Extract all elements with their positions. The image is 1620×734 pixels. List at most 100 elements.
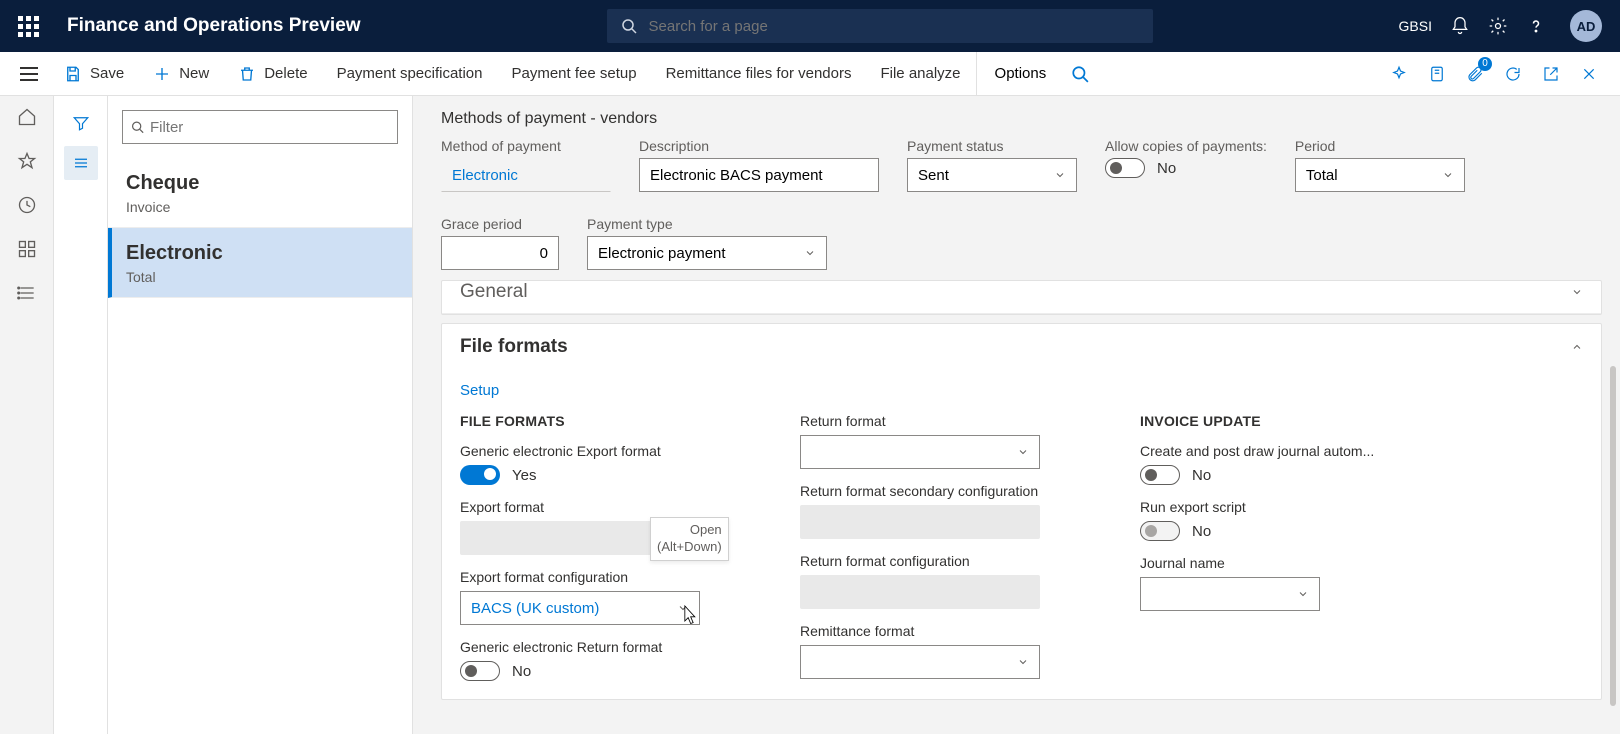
generic-export-label: Generic electronic Export format	[460, 443, 740, 459]
search-icon	[621, 18, 637, 34]
payment-fee-setup-button[interactable]: Payment fee setup	[497, 52, 651, 96]
list-item-title: Cheque	[126, 172, 394, 195]
company-code[interactable]: GBSI	[1399, 18, 1432, 34]
filter-icon[interactable]	[64, 106, 98, 140]
remittance-format-select[interactable]	[800, 645, 1040, 679]
delete-button[interactable]: Delete	[224, 52, 322, 96]
help-icon[interactable]	[1526, 16, 1546, 36]
generic-return-label: Generic electronic Return format	[460, 639, 740, 655]
trash-icon	[238, 65, 256, 83]
period-select[interactable]: Total	[1295, 158, 1465, 192]
global-search-input[interactable]	[649, 18, 1139, 35]
allow-copies-label: Allow copies of payments:	[1105, 138, 1267, 154]
return-format-config-field	[800, 575, 1040, 609]
description-field[interactable]: Electronic BACS payment	[639, 158, 879, 192]
payment-specification-button[interactable]: Payment specification	[323, 52, 498, 96]
list-item-title: Electronic	[126, 242, 394, 265]
search-icon	[131, 120, 144, 134]
new-button[interactable]: New	[139, 52, 224, 96]
generic-return-toggle[interactable]	[460, 661, 500, 681]
scrollbar[interactable]	[1610, 366, 1616, 706]
generic-export-toggle[interactable]	[460, 465, 500, 485]
chevron-down-icon	[1054, 169, 1066, 181]
copilot-icon[interactable]	[1386, 61, 1412, 87]
list-item-sub: Total	[126, 269, 394, 285]
list-item-electronic[interactable]: Electronic Total	[108, 228, 412, 298]
section-general-header[interactable]: General	[442, 281, 1601, 314]
list-item-cheque[interactable]: Cheque Invoice	[108, 158, 412, 228]
filter-column	[54, 96, 108, 734]
file-formats-heading: FILE FORMATS	[460, 413, 740, 429]
options-button[interactable]: Options	[976, 52, 1062, 96]
global-search[interactable]	[607, 9, 1153, 43]
create-post-draw-label: Create and post draw journal autom...	[1140, 443, 1420, 459]
return-secondary-config-label: Return format secondary configuration	[800, 483, 1080, 499]
new-label: New	[179, 65, 209, 82]
list-filter-input[interactable]	[150, 119, 389, 136]
method-of-payment-label: Method of payment	[441, 138, 611, 154]
allow-copies-toggle[interactable]	[1105, 158, 1145, 178]
action-search-button[interactable]	[1061, 52, 1100, 96]
invoice-update-heading: INVOICE UPDATE	[1140, 413, 1420, 429]
chevron-down-icon	[1017, 446, 1029, 458]
chevron-down-icon	[1017, 656, 1029, 668]
return-format-select[interactable]	[800, 435, 1040, 469]
workspaces-icon[interactable]	[16, 238, 38, 260]
remittance-files-button[interactable]: Remittance files for vendors	[652, 52, 867, 96]
save-label: Save	[90, 65, 124, 82]
recent-icon[interactable]	[16, 194, 38, 216]
home-icon[interactable]	[16, 106, 38, 128]
avatar[interactable]: AD	[1570, 10, 1602, 42]
favorites-icon[interactable]	[16, 150, 38, 172]
return-secondary-config-field	[800, 505, 1040, 539]
section-file-formats: File formats Setup FILE FORMATS Generic …	[441, 323, 1602, 700]
chevron-down-icon	[1297, 588, 1309, 600]
modules-icon[interactable]	[16, 282, 38, 304]
payment-status-select[interactable]: Sent	[907, 158, 1077, 192]
generic-return-text: No	[512, 663, 531, 680]
list-view-icon[interactable]	[64, 146, 98, 180]
bell-icon[interactable]	[1450, 16, 1470, 36]
attachments-icon[interactable]: 0	[1462, 61, 1488, 87]
gear-icon[interactable]	[1488, 16, 1508, 36]
grace-period-field[interactable]: 0	[441, 236, 559, 270]
export-format-label: Export format	[460, 499, 740, 515]
section-general: General	[441, 280, 1602, 315]
section-file-formats-header[interactable]: File formats	[442, 324, 1601, 370]
export-format-config-label: Export format configuration	[460, 569, 740, 585]
save-button[interactable]: Save	[50, 52, 139, 96]
create-post-draw-text: No	[1192, 467, 1211, 484]
save-icon	[64, 65, 82, 83]
nav-toggle[interactable]	[12, 52, 46, 96]
main-panel: Methods of payment - vendors Method of p…	[413, 96, 1620, 734]
delete-label: Delete	[264, 65, 307, 82]
attachments-badge: 0	[1478, 57, 1492, 71]
page-options-icon[interactable]	[1424, 61, 1450, 87]
remittance-format-label: Remittance format	[800, 623, 1080, 639]
app-launcher-icon[interactable]	[18, 16, 39, 37]
list-item-sub: Invoice	[126, 199, 394, 215]
close-icon[interactable]	[1576, 61, 1602, 87]
generic-export-text: Yes	[512, 467, 536, 484]
chevron-down-icon	[1571, 286, 1583, 298]
create-post-draw-toggle[interactable]	[1140, 465, 1180, 485]
plus-icon	[153, 65, 171, 83]
popout-icon[interactable]	[1538, 61, 1564, 87]
list-filter[interactable]	[122, 110, 398, 144]
setup-link[interactable]: Setup	[460, 382, 499, 399]
record-list-panel: Cheque Invoice Electronic Total	[108, 96, 413, 734]
run-export-script-toggle	[1140, 521, 1180, 541]
payment-type-label: Payment type	[587, 216, 827, 232]
method-of-payment-field[interactable]: Electronic	[441, 158, 611, 192]
left-navigation-rail	[0, 96, 54, 734]
payment-status-label: Payment status	[907, 138, 1077, 154]
run-export-script-label: Run export script	[1140, 499, 1420, 515]
file-analyze-button[interactable]: File analyze	[866, 52, 975, 96]
export-format-config-select[interactable]: BACS (UK custom)	[460, 591, 700, 625]
payment-type-select[interactable]: Electronic payment	[587, 236, 827, 270]
description-label: Description	[639, 138, 879, 154]
return-format-config-label: Return format configuration	[800, 553, 1080, 569]
journal-name-select[interactable]	[1140, 577, 1320, 611]
chevron-down-icon	[804, 247, 816, 259]
refresh-icon[interactable]	[1500, 61, 1526, 87]
